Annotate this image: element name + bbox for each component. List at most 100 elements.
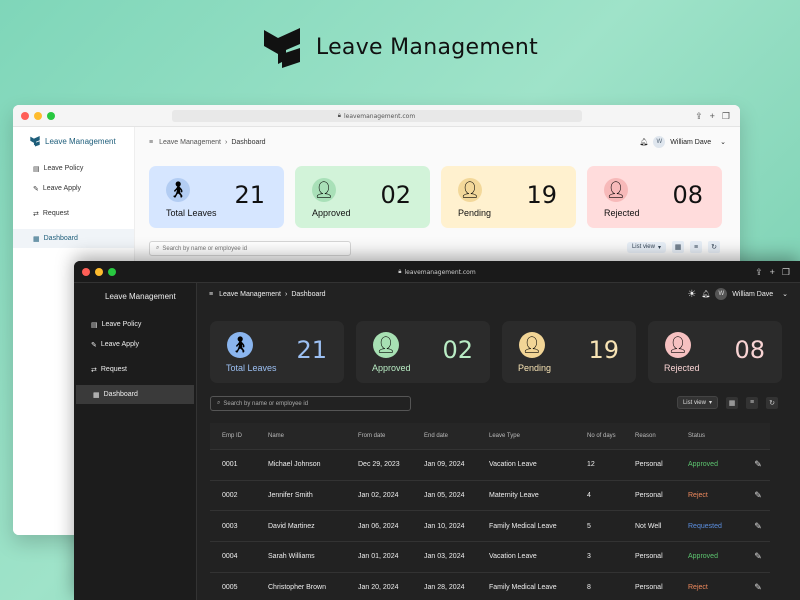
column-header: Emp ID — [222, 433, 243, 439]
sidebar-item-request[interactable]: ⇄ Request — [13, 204, 134, 223]
search-input[interactable]: ⌕ Search by name or employee id — [149, 241, 351, 256]
user-name: William Dave — [670, 138, 712, 146]
refresh-icon[interactable]: ↻ — [708, 241, 720, 253]
url-text: leavemanagement.com — [344, 112, 416, 120]
table-cell-type: Family Medical Leave — [489, 522, 557, 530]
brand[interactable]: Leave Management — [13, 127, 134, 147]
edit-icon[interactable]: ✎ — [748, 551, 768, 562]
top-bar: ≡ Leave Management › Dashboard 🔔︎ W Will… — [135, 127, 740, 157]
new-tab-icon[interactable]: + — [770, 267, 775, 278]
table-row[interactable]: 0005 Christopher Brown Jan 20, 2024 Jan 28,… — [210, 571, 770, 600]
avatar: W — [653, 136, 666, 148]
table-cell-name: David Martinez — [268, 522, 315, 530]
table-cell-reason: Personal — [635, 584, 663, 592]
list-view-dropdown[interactable]: List view ▾ — [626, 241, 666, 253]
table-cell-to: Jan 09, 2024 — [424, 461, 465, 469]
maximize-window-button[interactable] — [47, 111, 55, 120]
brand-name: Leave Management — [45, 136, 116, 146]
minimize-window-button[interactable] — [95, 267, 103, 276]
edit-icon[interactable]: ✎ — [748, 490, 768, 501]
share-icon[interactable]: ⇪ — [695, 111, 703, 122]
edit-icon[interactable]: ✎ — [748, 459, 768, 470]
table-row[interactable]: 0004 Sarah Williams Jan 01, 2024 Jan 03, 20… — [210, 541, 770, 572]
sidebar-item-leave-apply[interactable]: ✎ Leave Apply — [74, 335, 196, 354]
table-body: 0001 Michael Johnson Dec 29, 2023 Jan 09, 2… — [210, 449, 770, 600]
new-tab-icon[interactable]: + — [710, 111, 715, 122]
column-header: No of days — [587, 433, 616, 439]
calendar-icon[interactable]: ▦ — [672, 241, 684, 253]
stat-label: Rejected — [604, 208, 640, 218]
table-cell-days: 3 — [587, 553, 591, 561]
refresh-icon[interactable]: ↻ — [766, 396, 778, 409]
table-row[interactable]: 0003 David Martinez Jan 06, 2024 Jan 10, 20… — [210, 510, 770, 541]
table-row[interactable]: 0001 Michael Johnson Dec 29, 2023 Jan 09, 2… — [210, 449, 770, 480]
tabs-icon[interactable]: ❐ — [722, 111, 730, 122]
edit-icon[interactable]: ✎ — [748, 582, 768, 593]
filter-icon[interactable]: ≡ — [746, 396, 758, 409]
stat-card-total-leaves[interactable]: 🚶︎ Total Leaves 21 — [210, 321, 344, 383]
maximize-window-button[interactable] — [108, 267, 116, 276]
sidebar-item-dashboard[interactable]: ▦ Dashboard — [76, 385, 194, 404]
status-badge: Approved — [688, 461, 718, 469]
sidebar-item-label: Dashboard — [103, 391, 138, 398]
close-window-button[interactable] — [82, 267, 90, 276]
stat-card-approved[interactable]: 👤︎ Approved 02 — [356, 321, 490, 383]
list-view-label: List view — [631, 244, 655, 250]
table-header: Emp ID Name From date End date Leave Typ… — [210, 423, 770, 449]
address-bar[interactable]: 🔒︎ leavemanagement.com — [171, 110, 582, 122]
user-menu[interactable]: 🔔︎ W William Dave ⌄ — [639, 136, 726, 148]
sidebar: Leave Management ▤ Leave Policy ✎ Leave Ap… — [74, 283, 197, 600]
calendar-icon[interactable]: ▦ — [726, 396, 738, 409]
request-icon: ⇄ — [33, 210, 39, 218]
sidebar-item-dashboard[interactable]: ▦ Dashboard — [13, 229, 134, 248]
edit-icon[interactable]: ✎ — [748, 521, 768, 532]
bell-icon[interactable]: 🔔︎ — [701, 290, 710, 298]
list-view-dropdown[interactable]: List view ▾ — [676, 396, 718, 409]
stat-card-rejected[interactable]: 👤︎ Rejected 08 — [587, 166, 722, 228]
column-header: Reason — [635, 433, 656, 439]
sidebar-item-request[interactable]: ⇄ Request — [74, 360, 196, 379]
table-cell-days: 5 — [587, 522, 591, 530]
stat-value: 21 — [296, 336, 327, 364]
user-menu[interactable]: ☀ 🔔︎ W William Dave ⌄ — [687, 288, 788, 300]
breadcrumb-root[interactable]: Leave Management — [159, 139, 221, 146]
sidebar-item-label: Leave Policy — [43, 165, 84, 172]
close-window-button[interactable] — [21, 111, 29, 120]
stat-label: Approved — [312, 208, 351, 218]
stat-card-total-leaves[interactable]: 🚶︎ Total Leaves 21 — [149, 166, 284, 228]
table-row[interactable]: 0002 Jennifer Smith Jan 02, 2024 Jan 05, 20… — [210, 479, 770, 511]
address-bar[interactable]: 🔒︎ leavemanagement.com — [232, 266, 642, 278]
table-cell-id: 0004 — [222, 553, 238, 561]
stat-card-rejected[interactable]: 👤︎ Rejected 08 — [648, 321, 782, 383]
minimize-window-button[interactable] — [34, 111, 42, 120]
top-bar: ≡ Leave Management › Dashboard ☀ 🔔︎ W Wi… — [197, 283, 800, 305]
stat-card-approved[interactable]: 👤︎ Approved 02 — [295, 166, 430, 228]
breadcrumb-root[interactable]: Leave Management — [219, 291, 281, 298]
search-input[interactable]: ⌕ Search by name or employee id — [210, 396, 411, 411]
logo-icon — [30, 136, 40, 147]
sidebar-item-leave-apply[interactable]: ✎ Leave Apply — [13, 179, 134, 198]
table-cell-name: Sarah Williams — [268, 553, 315, 561]
stat-card-pending[interactable]: 👤︎ Pending 19 — [502, 321, 636, 383]
bell-icon[interactable]: 🔔︎ — [639, 138, 648, 146]
filter-icon[interactable]: ≡ — [690, 241, 702, 253]
stat-label: Total Leaves — [226, 363, 277, 373]
leave-table: Emp ID Name From date End date Leave Typ… — [210, 423, 770, 600]
share-icon[interactable]: ⇪ — [755, 267, 763, 278]
list-view-label: List view — [682, 399, 706, 406]
stat-value: 02 — [380, 181, 411, 209]
table-cell-id: 0001 — [222, 461, 238, 469]
sun-icon[interactable]: ☀ — [687, 289, 696, 300]
policy-icon: ▤ — [91, 321, 98, 329]
menu-icon[interactable]: ≡ — [149, 139, 153, 146]
sidebar-item-leave-policy[interactable]: ▤ Leave Policy — [13, 159, 134, 178]
apply-icon: ✎ — [33, 185, 39, 193]
tabs-icon[interactable]: ❐ — [782, 267, 790, 278]
sidebar-item-leave-policy[interactable]: ▤ Leave Policy — [74, 315, 196, 334]
brand-name[interactable]: Leave Management — [74, 283, 196, 301]
stat-card-pending[interactable]: 👤︎ Pending 19 — [441, 166, 576, 228]
menu-icon[interactable]: ≡ — [209, 291, 213, 298]
search-icon: ⌕ — [217, 400, 221, 406]
browser-chrome: 🔒︎ leavemanagement.com ⇪ + ❐ — [74, 261, 800, 283]
table-cell-to: Jan 03, 2024 — [424, 553, 465, 561]
